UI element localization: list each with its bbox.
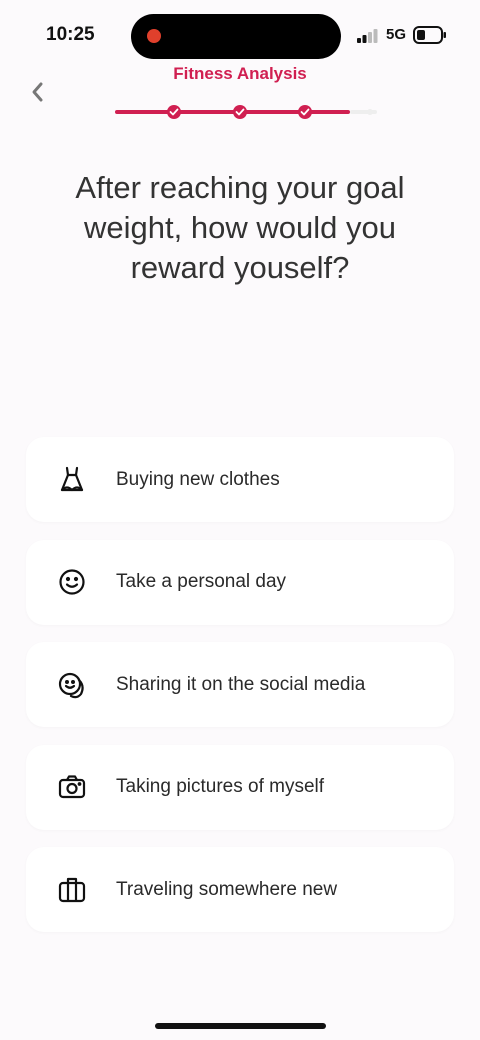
home-indicator[interactable] [155, 1023, 326, 1029]
option-sharing-on-social-media[interactable]: Sharing it on the social media [26, 642, 454, 727]
dress-icon [56, 464, 88, 496]
camera-icon [56, 771, 88, 803]
option-label: Traveling somewhere new [116, 878, 338, 900]
option-take-a-personal-day[interactable]: Take a personal day [26, 539, 454, 625]
smiley-icon [56, 566, 88, 598]
status-time: 10:25 [46, 24, 95, 45]
question-heading: After reaching your goal weight, how wou… [75, 170, 405, 285]
option-traveling-somewhere-new[interactable]: Traveling somewhere new [26, 847, 454, 932]
signal-icon [357, 29, 378, 43]
option-taking-pictures[interactable]: Taking pictures of myself [26, 744, 454, 830]
option-label: Buying new clothes [116, 468, 280, 490]
reward-options-list: Buying new clothes Take a personal day S… [26, 437, 454, 950]
progress-stepper [115, 105, 377, 119]
recording-indicator-icon [147, 29, 161, 43]
dynamic-island [131, 14, 341, 59]
option-label: Sharing it on the social media [116, 673, 366, 695]
option-buying-new-clothes[interactable]: Buying new clothes [26, 437, 454, 522]
social-share-icon [56, 669, 88, 701]
screen: 10:25 5G Fitness Analysis After reaching… [0, 0, 480, 1040]
option-label: Taking pictures of myself [116, 776, 325, 797]
suitcase-icon [56, 874, 88, 906]
network-type: 5G [386, 26, 407, 43]
battery-icon [413, 26, 446, 44]
page-title: Fitness Analysis [173, 64, 307, 83]
option-label: Take a personal day [116, 571, 287, 592]
